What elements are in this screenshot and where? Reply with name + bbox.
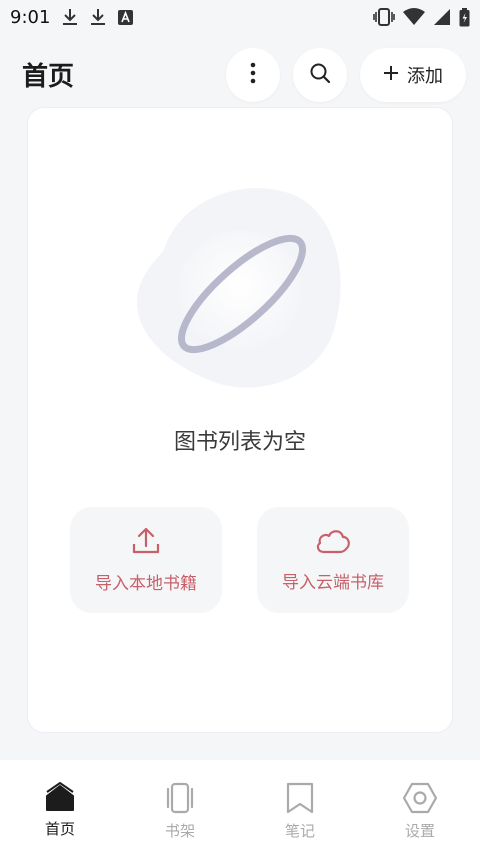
empty-message: 图书列表为空 bbox=[173, 430, 306, 455]
app-header: 首页 添加 bbox=[0, 44, 480, 106]
bookshelf-icon bbox=[163, 782, 197, 818]
plus-icon bbox=[383, 65, 399, 86]
download-icon bbox=[62, 8, 78, 26]
bottom-nav: 首页 书架 笔记 设置 bbox=[0, 760, 480, 853]
download-icon bbox=[90, 8, 106, 26]
upload-icon bbox=[131, 526, 161, 561]
nav-item-notes[interactable]: 笔记 bbox=[240, 760, 360, 853]
more-vertical-icon bbox=[250, 62, 256, 88]
nav-label-home: 首页 bbox=[44, 820, 75, 838]
planet-icon bbox=[134, 180, 346, 398]
nav-label-bookshelf: 书架 bbox=[164, 822, 195, 840]
wifi-icon bbox=[403, 8, 425, 26]
home-icon bbox=[45, 781, 75, 816]
status-bar: 9:01 bbox=[0, 0, 480, 34]
nav-label-notes: 笔记 bbox=[284, 822, 315, 840]
add-button-label: 添加 bbox=[407, 66, 443, 87]
nav-label-settings: 设置 bbox=[404, 822, 435, 840]
import-cloud-label: 导入云端书库 bbox=[282, 573, 384, 593]
import-local-label: 导入本地书籍 bbox=[95, 574, 197, 594]
search-button[interactable] bbox=[293, 48, 347, 102]
nav-item-home[interactable]: 首页 bbox=[0, 760, 120, 853]
import-local-books-button[interactable]: 导入本地书籍 bbox=[70, 507, 222, 613]
cloud-icon bbox=[315, 527, 351, 560]
bookmark-icon bbox=[285, 782, 315, 818]
nav-item-settings[interactable]: 设置 bbox=[360, 760, 480, 853]
battery-icon bbox=[459, 7, 470, 27]
signal-icon bbox=[433, 8, 451, 26]
status-bar-right bbox=[373, 7, 470, 27]
vibrate-icon bbox=[373, 8, 395, 26]
settings-hexagon-icon bbox=[402, 782, 438, 818]
page-title: 首页 bbox=[22, 62, 75, 92]
more-options-button[interactable] bbox=[226, 48, 280, 102]
status-time: 9:01 bbox=[10, 6, 51, 28]
import-cloud-library-button[interactable]: 导入云端书库 bbox=[257, 507, 409, 613]
nav-item-bookshelf[interactable]: 书架 bbox=[120, 760, 240, 853]
search-icon bbox=[309, 62, 331, 88]
book-list-card: 图书列表为空 导入本地书籍 导入云端书库 bbox=[28, 108, 452, 732]
status-bar-left: 9:01 bbox=[10, 6, 134, 28]
translate-a-icon bbox=[118, 9, 134, 25]
add-button[interactable]: 添加 bbox=[360, 48, 466, 102]
